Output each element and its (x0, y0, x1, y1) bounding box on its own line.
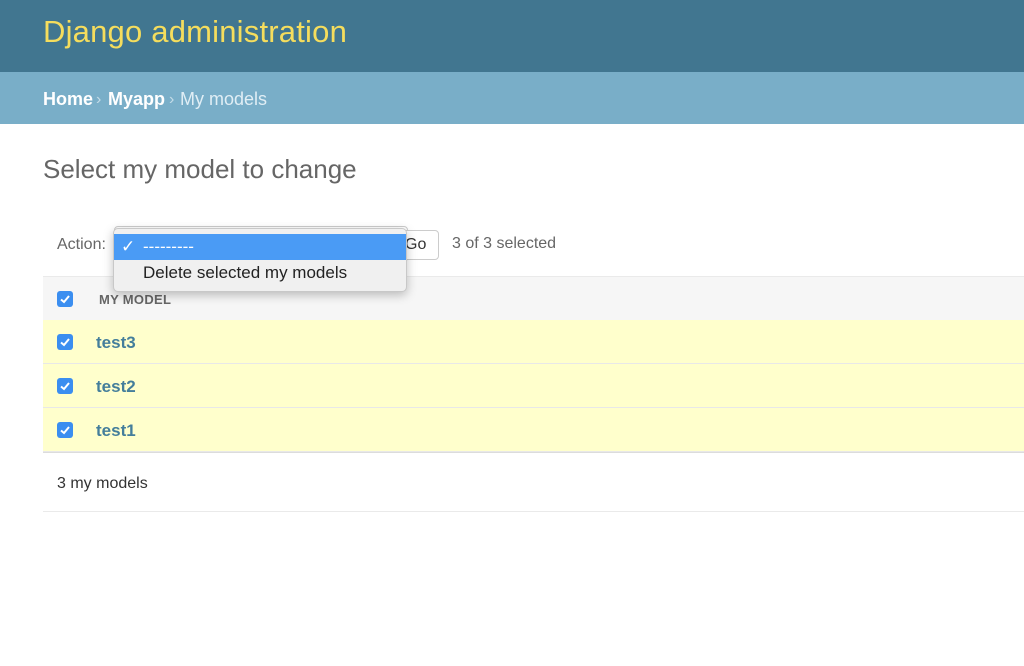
check-icon (60, 295, 70, 304)
table-row: test3 (43, 320, 1024, 364)
selected-count: 3 of 3 selected (452, 235, 557, 252)
page-title: Select my model to change (43, 154, 357, 184)
action-option-label: Delete selected my models (143, 263, 348, 282)
site-title[interactable]: Django administration (43, 14, 347, 50)
table-row: test2 (43, 364, 1024, 408)
check-icon (60, 382, 70, 391)
paginator: 3 my models (43, 452, 1024, 512)
action-option-delete-selected[interactable]: Delete selected my models (114, 260, 406, 286)
row-link[interactable]: test2 (96, 377, 136, 397)
breadcrumb-app[interactable]: Myapp (108, 89, 165, 110)
row-checkbox[interactable] (57, 422, 73, 438)
action-label: Action: (57, 236, 106, 253)
row-checkbox[interactable] (57, 334, 73, 350)
row-link[interactable]: test1 (96, 421, 136, 441)
action-dropdown-menu: ✓ --------- Delete selected my models (113, 228, 407, 292)
check-icon (60, 338, 70, 347)
table-row: test1 (43, 408, 1024, 452)
result-count: 3 my models (57, 475, 148, 492)
check-icon (60, 426, 70, 435)
breadcrumb-separator: › (169, 91, 175, 108)
select-all-checkbox[interactable] (57, 291, 73, 307)
action-option-blank[interactable]: ✓ --------- (114, 234, 406, 260)
breadcrumb-current: My models (180, 89, 268, 109)
header: Django administration (0, 0, 1024, 72)
check-icon: ✓ (121, 237, 136, 256)
action-option-label: --------- (143, 237, 194, 256)
row-checkbox[interactable] (57, 378, 73, 394)
breadcrumb-home[interactable]: Home (43, 89, 93, 110)
breadcrumb-separator: › (96, 91, 102, 108)
row-link[interactable]: test3 (96, 333, 136, 353)
column-header-my-model[interactable]: MY MODEL (99, 292, 171, 307)
breadcrumb: Home › Myapp › My models (0, 72, 1024, 124)
